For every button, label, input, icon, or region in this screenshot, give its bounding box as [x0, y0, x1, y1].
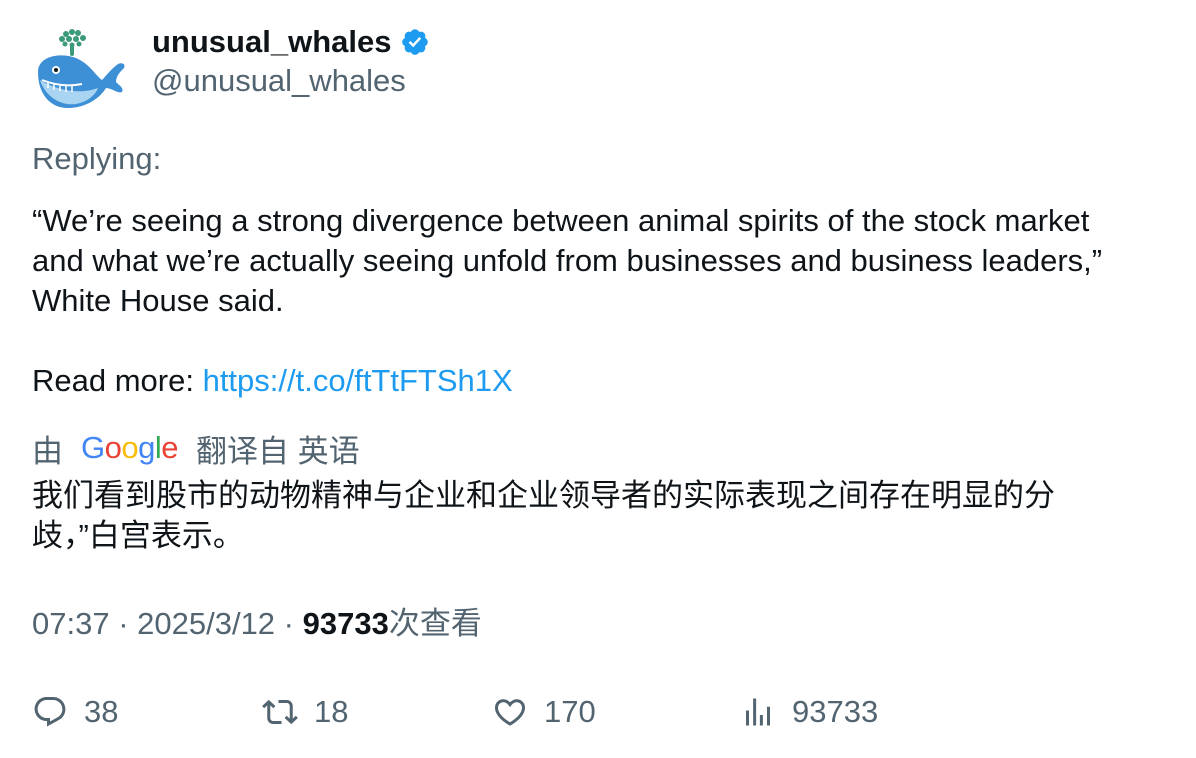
translated-from-label: 翻译自 英语 [196, 433, 360, 469]
views-button[interactable]: 93733 [740, 690, 878, 734]
translated-line: 我们看到股市的动物精神与企业和企业领导者的实际表现之间存在明显的分 [32, 478, 1055, 513]
read-more-prefix: Read more: [32, 363, 203, 398]
views-action-count: 93733 [792, 694, 879, 729]
author-handle[interactable]: @unusual_whales [152, 62, 406, 100]
replying-label: Replying: [32, 141, 162, 176]
analytics-icon [746, 698, 770, 726]
translated-line: 歧，”白宫表示。 [32, 518, 244, 553]
tweet-date[interactable]: 2025/3/12 [137, 606, 275, 641]
retweet-icon [262, 699, 298, 725]
like-count: 170 [544, 694, 596, 729]
translated-text: 我们看到股市的动物精神与企业和企业领导者的实际表现之间存在明显的分 歧，”白宫表… [32, 476, 1152, 556]
tweet-body-line: White House said. [32, 283, 284, 318]
reply-icon [34, 697, 66, 727]
reply-count: 38 [84, 694, 119, 729]
meta-separator: · [109, 606, 138, 641]
tweet-card: unusual_whales @unusual_whales Replying:… [0, 0, 1196, 758]
tweet-time[interactable]: 07:37 [32, 606, 110, 641]
author-display-name[interactable]: unusual_whales [152, 24, 391, 60]
retweet-count: 18 [314, 694, 349, 729]
read-more-line: Read more: https://t.co/ftTtFTSh1X [32, 361, 1172, 401]
google-logo: Google [81, 430, 179, 465]
views-label: 次查看 [388, 606, 482, 641]
verified-badge-icon[interactable] [400, 27, 430, 57]
tweet-meta: 07:37 · 2025/3/12 · 93733次查看 [32, 604, 482, 644]
tweet-link[interactable]: https://t.co/ftTtFTSh1X [203, 363, 513, 398]
whale-avatar-icon[interactable] [32, 24, 128, 116]
tweet-body-line: and what we’re actually seeing unfold fr… [32, 243, 1103, 278]
reply-button[interactable]: 38 [32, 690, 118, 734]
translation-attribution: 由 Google 翻译自 英语 [32, 426, 360, 470]
tweet-body: “We’re seeing a strong divergence betwee… [32, 201, 1172, 401]
meta-separator: · [275, 606, 303, 641]
translated-by-label: 由 [32, 433, 63, 469]
tweet-body-line: “We’re seeing a strong divergence betwee… [32, 203, 1090, 238]
author-name-row: unusual_whales [152, 22, 430, 62]
heart-icon [494, 699, 526, 726]
retweet-button[interactable]: 18 [262, 690, 348, 734]
views-count: 93733 [302, 606, 389, 641]
like-button[interactable]: 170 [492, 690, 596, 734]
